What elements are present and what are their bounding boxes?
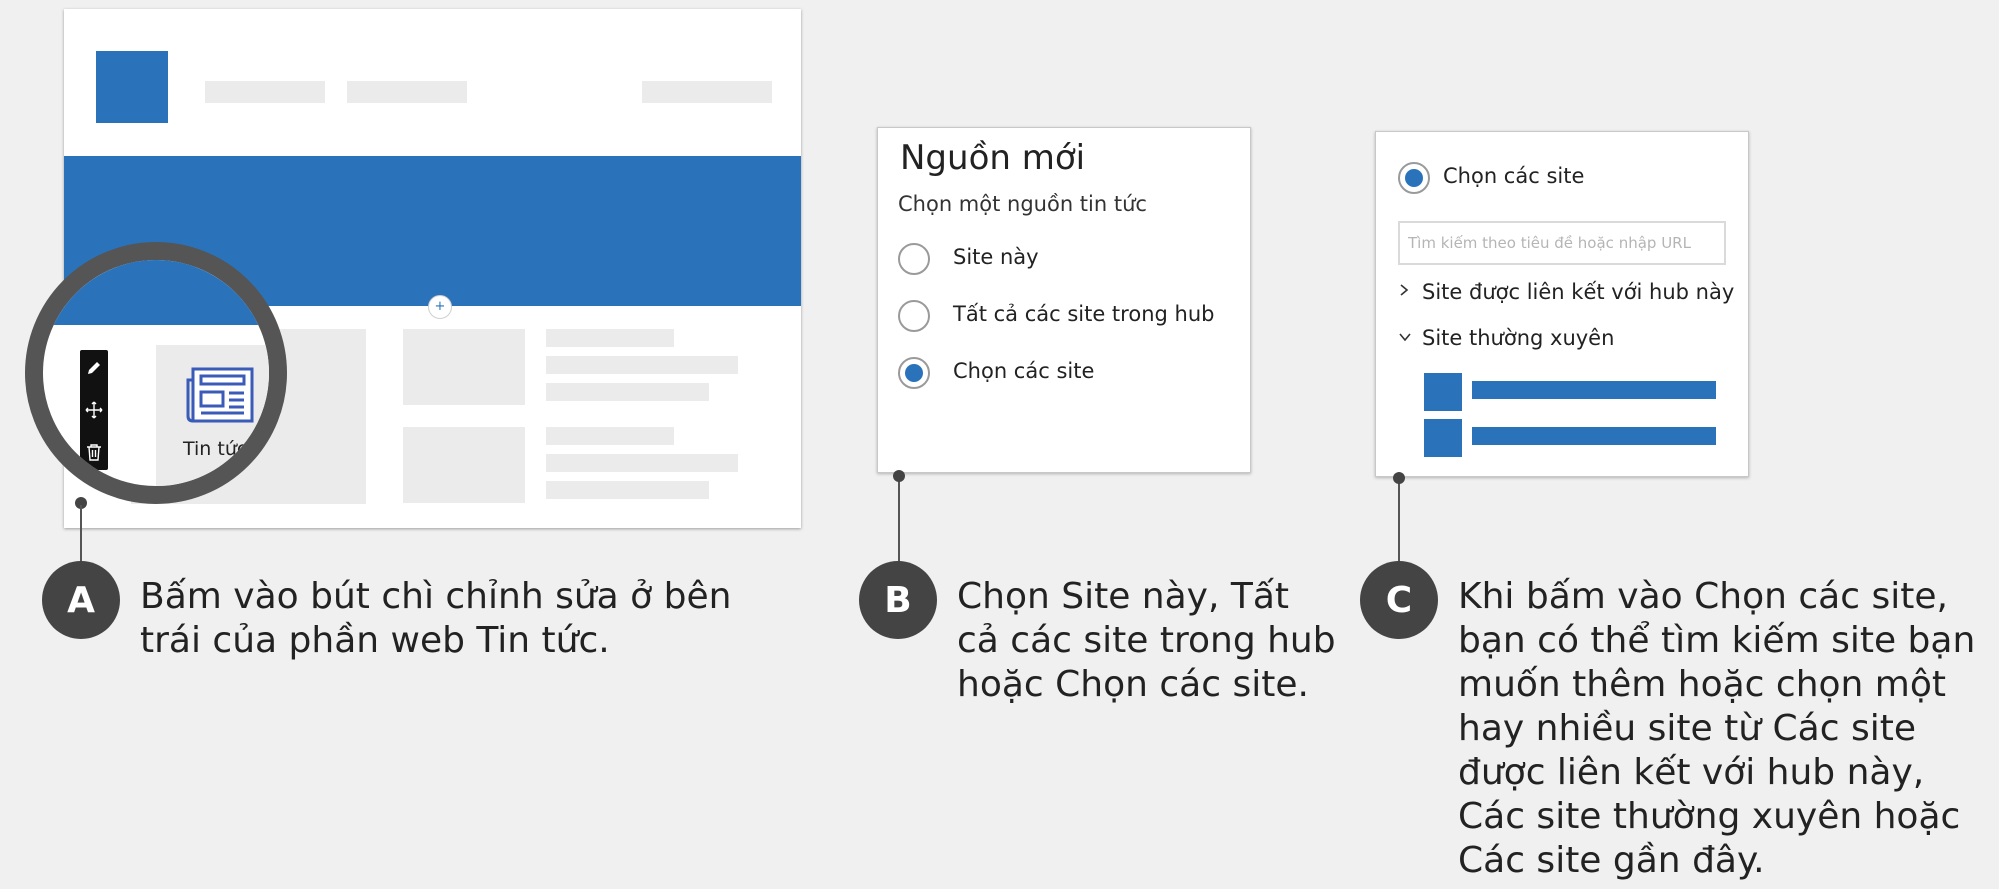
trash-icon[interactable] bbox=[80, 438, 108, 466]
connector-line-a bbox=[80, 505, 82, 565]
radio-this-site[interactable] bbox=[898, 243, 930, 275]
radio-label-select-sites[interactable]: Chọn các site bbox=[953, 359, 1094, 383]
news-webpart-label: Tin tức bbox=[183, 438, 248, 460]
panel-subtitle: Chọn một nguồn tin tức bbox=[898, 192, 1147, 216]
site-title-placeholder[interactable] bbox=[1472, 381, 1716, 399]
newspaper-icon bbox=[185, 366, 255, 424]
tree-hub-linked-sites[interactable]: Site được liên kết với hub này bbox=[1398, 280, 1734, 304]
radio-select-sites-selected[interactable] bbox=[1398, 162, 1430, 194]
connector-dot-c bbox=[1393, 472, 1405, 484]
radio-label-select-sites[interactable]: Chọn các site bbox=[1443, 164, 1584, 188]
nav-placeholder-3 bbox=[642, 81, 772, 103]
select-sites-panel: Chọn các site Site được liên kết với hub… bbox=[1375, 131, 1749, 477]
news-line bbox=[546, 383, 709, 401]
radio-label-all-hub-sites[interactable]: Tất cả các site trong hub bbox=[953, 302, 1214, 326]
panel-title: Nguồn mới bbox=[900, 138, 1086, 178]
news-line bbox=[546, 481, 709, 499]
step-badge-a: A bbox=[42, 561, 120, 639]
magnifier-lens: Tin tức bbox=[25, 242, 287, 504]
connector-dot-b bbox=[893, 470, 905, 482]
news-thumb-2 bbox=[403, 427, 525, 503]
site-thumbnail[interactable] bbox=[1424, 373, 1462, 411]
site-search-input[interactable] bbox=[1400, 223, 1724, 263]
webpart-toolbar bbox=[80, 350, 108, 470]
nav-placeholder-1 bbox=[205, 81, 325, 103]
site-logo bbox=[96, 51, 168, 123]
step-badge-b: B bbox=[859, 561, 937, 639]
chevron-down-icon bbox=[1398, 328, 1416, 348]
move-icon[interactable] bbox=[80, 396, 108, 424]
pencil-icon[interactable] bbox=[80, 354, 108, 382]
connector-line-c bbox=[1398, 478, 1400, 564]
add-section-button[interactable]: + bbox=[428, 295, 452, 319]
radio-all-hub-sites[interactable] bbox=[898, 300, 930, 332]
nav-placeholder-2 bbox=[347, 81, 467, 103]
tree-frequent-sites[interactable]: Site thường xuyên bbox=[1398, 326, 1614, 350]
news-line bbox=[546, 356, 738, 374]
news-thumb-1 bbox=[403, 329, 525, 405]
site-thumbnail[interactable] bbox=[1424, 419, 1462, 457]
step-text-a: Bấm vào bút chì chỉnh sửa ở bên trái của… bbox=[140, 576, 732, 661]
news-line bbox=[546, 427, 674, 445]
step-text-b: Chọn Site này, Tất cả các site trong hub… bbox=[957, 576, 1336, 705]
radio-label-this-site[interactable]: Site này bbox=[953, 245, 1039, 269]
news-source-panel: Nguồn mới Chọn một nguồn tin tức Site nà… bbox=[877, 127, 1251, 473]
news-line bbox=[546, 454, 738, 472]
radio-select-sites[interactable] bbox=[898, 357, 930, 389]
tree-label: Site được liên kết với hub này bbox=[1422, 280, 1735, 304]
step-text-c: Khi bấm vào Chọn các site, bạn có thể tì… bbox=[1458, 576, 1976, 881]
site-search-box[interactable] bbox=[1398, 221, 1726, 265]
step-badge-c: C bbox=[1360, 561, 1438, 639]
news-line bbox=[546, 329, 674, 347]
hero-band-zoomed bbox=[43, 260, 269, 325]
tree-label: Site thường xuyên bbox=[1422, 326, 1615, 350]
site-title-placeholder[interactable] bbox=[1472, 427, 1716, 445]
chevron-right-icon bbox=[1398, 282, 1416, 302]
connector-line-b bbox=[898, 476, 900, 564]
